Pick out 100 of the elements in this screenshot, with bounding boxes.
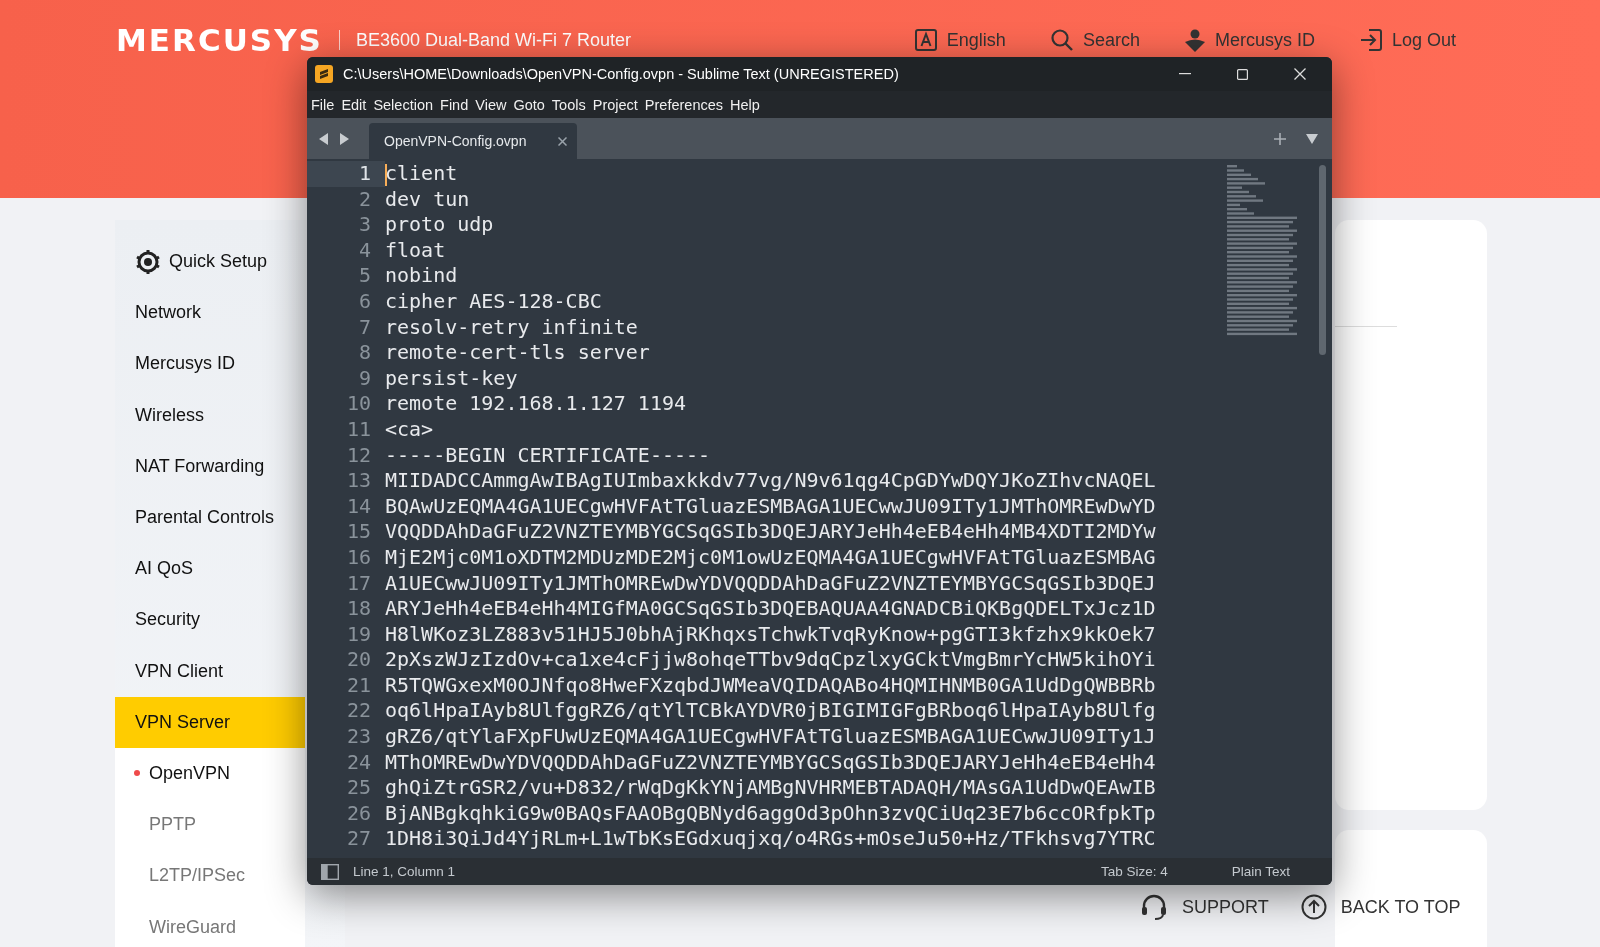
- menu-item[interactable]: Preferences: [644, 96, 724, 113]
- header-link[interactable]: English: [913, 28, 1006, 52]
- code-line: ARYJeHh4eEB4eHh4MIGfMA0GCSqGSIb3DQEBAQUAA4GNADCBiQKBgQDELTxJcz1D: [385, 596, 1156, 622]
- code-line: BQAwUzEQMA4GA1UECgwHVFAtTGluazESMBAGA1UECwwJU09ITy1JMThOMREwDwYD: [385, 493, 1156, 520]
- menu-item[interactable]: File: [311, 96, 335, 113]
- code-line: persist-key: [385, 365, 518, 392]
- code-line: gRZ6/qtYlaFXpFUwUzEQMA4GA1UECgwHVFAtTGluazESMBAGA1UECwwJU09ITy1J: [385, 724, 1156, 750]
- sidebar-item[interactable]: VPN Server: [115, 696, 305, 748]
- app-icon: [315, 65, 333, 83]
- line-number: 2: [357, 186, 372, 213]
- syntax-label[interactable]: Plain Text: [1231, 864, 1290, 879]
- line-number: 19: [345, 621, 372, 648]
- tab-nav-arrows-icon[interactable]: [319, 132, 349, 145]
- panel-toggle-icon[interactable]: [321, 863, 339, 880]
- plus-icon[interactable]: [1274, 132, 1286, 145]
- logout-icon: [1358, 28, 1383, 52]
- line-number: 18: [345, 596, 372, 622]
- code-line: -----BEGIN CERTIFICATE-----: [385, 442, 711, 469]
- scrollbar[interactable]: [1319, 165, 1326, 355]
- line-number: 8: [357, 340, 372, 366]
- header-link[interactable]: Mercusys ID: [1183, 28, 1315, 52]
- line-number: 9: [357, 365, 372, 392]
- menu-item[interactable]: Edit: [341, 96, 367, 113]
- code-line: resolv-retry infinite: [385, 314, 638, 341]
- search-icon: [1049, 28, 1074, 52]
- line-number: 13: [345, 468, 372, 494]
- sidebar-item[interactable]: Parental Controls: [115, 491, 305, 544]
- sidebar-item[interactable]: NAT Forwarding: [115, 440, 305, 492]
- line-number: 5: [357, 263, 372, 289]
- line-number: 24: [345, 749, 372, 776]
- code-line: remote 192.168.1.127 1194: [385, 391, 687, 417]
- line-number: 11: [345, 416, 372, 443]
- code-line: 1DH8i3QiJd4YjRLm+L1wTbKsEGdxuqjxq/o4RGs+mOseJu50+Hz/TFkhsvg7YTRC: [385, 826, 1156, 853]
- footer-link[interactable]: SUPPORT: [1140, 893, 1269, 921]
- line-number: 16: [345, 544, 372, 571]
- sidebar-item[interactable]: Wireless: [115, 389, 305, 441]
- code-line: BjANBgkqhkiG9w0BAQsFAAOBgQBNyd6aggOd3pOhn3zvQCiUq23E7b6ccORfpkTp: [385, 800, 1156, 827]
- code-line: float: [385, 237, 446, 264]
- code-line: proto udp: [385, 212, 494, 238]
- footer-link[interactable]: BACK TO TOP: [1300, 893, 1461, 921]
- product-name: BE3600 Dual-Band Wi-Fi 7 Router: [355, 29, 632, 51]
- minimize-icon[interactable]: [1179, 73, 1191, 75]
- code-line: MThOMREwDwYDVQQDDAhDaGFuZ2VNZTEYMBYGCSqGSIb3DQEJARYJeHh4eEB4eHh4: [385, 749, 1156, 776]
- line-number: 10: [345, 391, 372, 417]
- gear-icon: [135, 248, 161, 275]
- code-line: remote-cert-tls server: [385, 340, 650, 366]
- line-number: 7: [357, 314, 372, 341]
- headset-icon: [1140, 893, 1168, 921]
- menu-item[interactable]: Selection: [373, 96, 434, 113]
- code-line: A1UECwwJU09ITy1JMThOMREwDwYDVQQDDAhDaGFuZ2VNZTEYMBYGCSqGSIb3DQEJ: [385, 570, 1156, 597]
- line-number: 1: [307, 161, 385, 187]
- line-number: 22: [345, 698, 372, 725]
- menu-item[interactable]: View: [475, 96, 507, 113]
- menu-item[interactable]: Find: [440, 96, 469, 113]
- sidebar-item[interactable]: Quick Setup: [115, 236, 305, 288]
- line-number: 3: [357, 212, 372, 238]
- menu-item[interactable]: Goto: [513, 96, 545, 113]
- code-line: VQQDDAhDaGFuZ2VNZTEYMBYGCSqGSIb3DQEJARYJeHh4eEB4eHh4MB4XDTI2MDYw: [385, 519, 1156, 545]
- user-icon: [1183, 28, 1206, 52]
- code-line: cipher AES-128-CBC: [385, 288, 602, 315]
- code-line: H8lWKoz3LZ883v51HJ5J0bhAjRKhqxsTchwkTvqRyKnow+pgGTI3kfzhx9kkOek7: [385, 621, 1156, 648]
- line-number: 21: [345, 672, 372, 699]
- line-number: 6: [357, 288, 372, 315]
- submenu-item[interactable]: L2TP/IPSec: [115, 850, 305, 902]
- code-line: MIIDADCCAmmgAwIBAgIUImbaxkkdv77vg/N9v61qg4CpGDYwDQYJKoZIhvcNAQEL: [385, 468, 1156, 494]
- line-number: 26: [345, 800, 372, 827]
- dropdown-icon[interactable]: [1306, 133, 1318, 144]
- code-line: client: [385, 161, 458, 187]
- code-line: <ca>: [385, 416, 434, 443]
- sidebar-item[interactable]: Network: [115, 287, 305, 339]
- line-number: 23: [345, 724, 372, 750]
- window-title: C:\Users\HOME\Downloads\OpenVPN-Config.ovpn - Sublime Text (UNREGISTERED): [343, 66, 899, 82]
- menu-item[interactable]: Tools: [551, 96, 586, 113]
- line-number: 20: [345, 647, 372, 673]
- line-number: 12: [345, 442, 372, 469]
- code-line: MjE2Mjc0M1oXDTM2MDUzMDE2Mjc0M1owUzEQMA4GA1UECgwHVFAtTGluazESMBAG: [385, 544, 1156, 571]
- file-tab[interactable]: OpenVPN-Config.ovpn: [369, 123, 578, 159]
- submenu-item[interactable]: PPTP: [115, 799, 305, 851]
- header-link[interactable]: Log Out: [1358, 28, 1456, 52]
- code-line: dev tun: [385, 186, 470, 213]
- cursor-position: Line 1, Column 1: [353, 864, 456, 879]
- sidebar-item[interactable]: VPN Client: [115, 645, 305, 697]
- submenu-item[interactable]: WireGuard: [115, 901, 305, 947]
- line-number: 27: [345, 826, 372, 853]
- tab-size-label[interactable]: Tab Size: 4: [1100, 864, 1168, 879]
- code-line: nobind: [385, 263, 458, 289]
- line-number: 15: [345, 519, 372, 545]
- menu-item[interactable]: Project: [592, 96, 638, 113]
- line-number: 14: [345, 493, 372, 520]
- maximize-icon[interactable]: [1237, 68, 1248, 80]
- language-icon: [913, 28, 938, 52]
- sidebar-item[interactable]: AI QoS: [115, 543, 305, 595]
- sidebar-item[interactable]: Mercusys ID: [115, 338, 305, 390]
- arrow-up-icon: [1300, 894, 1327, 920]
- code-line: oq6lHpaIAyb8UlfggRZ6/qtYlTCBkAYDVR0jBIGIMIGFgBRboq6lHpaIAyb8Ulfg: [385, 698, 1156, 725]
- submenu-item[interactable]: OpenVPN: [115, 747, 305, 800]
- menu-item[interactable]: Help: [730, 96, 760, 113]
- sidebar-item[interactable]: Security: [115, 594, 305, 646]
- header-link[interactable]: Search: [1049, 28, 1140, 52]
- code-line: R5TQWGxexM0OJNfqo8HweFXzqbdJWMeaVQIDAQABo4HQMIHNMB0GA1UdDgQWBBRb: [385, 672, 1156, 699]
